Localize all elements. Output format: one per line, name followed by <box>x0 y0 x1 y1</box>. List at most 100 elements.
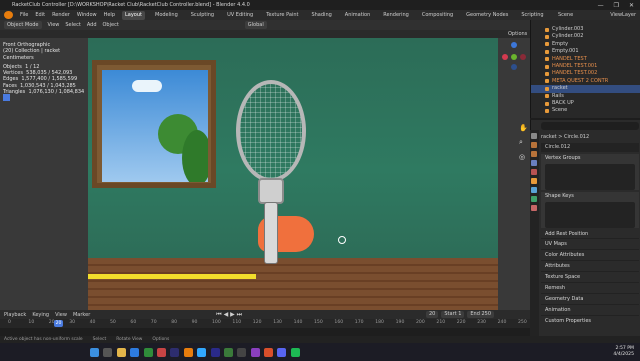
mesh-data-tab-icon[interactable] <box>531 196 537 202</box>
tab-modeling[interactable]: Modeling <box>152 11 181 20</box>
app-icon[interactable] <box>156 347 166 357</box>
tool-tab-icon[interactable] <box>531 133 537 139</box>
timeline-tracks[interactable] <box>0 328 530 336</box>
view-menu[interactable]: View <box>48 22 60 28</box>
edge-icon[interactable] <box>130 347 140 357</box>
outliner-item[interactable]: Scene <box>531 107 640 114</box>
select-menu[interactable]: Select <box>65 22 80 28</box>
mesh-name-field[interactable]: Circle.012 <box>541 143 639 152</box>
properties-section[interactable]: Custom Properties <box>541 315 639 326</box>
app-icon[interactable] <box>250 347 260 357</box>
hand-pan-icon[interactable]: ✋ <box>519 124 528 132</box>
object-tab-icon[interactable] <box>531 178 537 184</box>
outliner-item[interactable]: Cylinder.003 <box>531 26 640 33</box>
scene-selector[interactable]: Scene <box>558 12 573 18</box>
tab-scripting[interactable]: Scripting <box>518 11 546 20</box>
tab-geometry-nodes[interactable]: Geometry Nodes <box>463 11 511 20</box>
properties-section[interactable]: Attributes <box>541 260 639 271</box>
tab-sculpting[interactable]: Sculpting <box>188 11 217 20</box>
tab-texture-paint[interactable]: Texture Paint <box>263 11 301 20</box>
properties-section[interactable]: Remesh <box>541 282 639 293</box>
output-tab-icon[interactable] <box>531 151 537 157</box>
shape-keys-header[interactable]: Shape Keys <box>541 192 639 200</box>
render-tab-icon[interactable] <box>531 142 537 148</box>
racket-handle[interactable] <box>264 202 278 264</box>
outliner-item[interactable]: Empty <box>531 41 640 48</box>
tab-shading[interactable]: Shading <box>308 11 334 20</box>
object-menu[interactable]: Object <box>103 22 119 28</box>
world-tab-icon[interactable] <box>531 169 537 175</box>
file-explorer-icon[interactable] <box>116 347 126 357</box>
camera-icon[interactable]: ◎ <box>519 153 527 161</box>
add-menu[interactable]: Add <box>87 22 97 28</box>
x-axis-icon[interactable] <box>502 54 508 60</box>
menu-help[interactable]: Help <box>104 12 115 18</box>
properties-section[interactable]: Color Attributes <box>541 249 639 260</box>
end-frame-field[interactable]: End 250 <box>467 311 495 318</box>
search-icon[interactable] <box>103 347 113 357</box>
orientation-dropdown[interactable]: Global <box>244 21 267 29</box>
tab-rendering[interactable]: Rendering <box>380 11 412 20</box>
viewport-options-button[interactable]: Options <box>508 31 527 37</box>
object-mode-dropdown[interactable]: Object Mode <box>4 21 42 29</box>
neg-x-axis-icon[interactable] <box>520 54 526 60</box>
app-icon[interactable] <box>237 347 247 357</box>
timeline-ruler[interactable]: 0 10 20 30 40 50 60 70 80 90 100 110 120 130 140 150 160… <box>0 319 530 328</box>
properties-search-input[interactable] <box>541 122 639 130</box>
vertex-groups-header[interactable]: Vertex Groups <box>541 154 639 162</box>
navigation-gizmo[interactable] <box>500 42 528 72</box>
outliner-item[interactable]: HANDEL TEST <box>531 56 640 63</box>
tab-uv-editing[interactable]: UV Editing <box>224 11 256 20</box>
outliner-item[interactable]: Cylinder.002 <box>531 33 640 40</box>
outliner-item[interactable]: racket <box>531 85 640 93</box>
modifier-tab-icon[interactable] <box>531 187 537 193</box>
tab-layout[interactable]: Layout <box>122 10 145 20</box>
outliner-item[interactable]: Rails <box>531 93 640 100</box>
racket-controller-mount[interactable] <box>258 178 284 204</box>
menu-render[interactable]: Render <box>52 12 70 18</box>
keying-menu[interactable]: Keying <box>32 312 49 318</box>
z-axis-icon[interactable] <box>511 42 517 48</box>
app-icon[interactable] <box>223 347 233 357</box>
properties-section[interactable]: Geometry Data <box>541 293 639 304</box>
playhead[interactable]: 20 <box>54 320 63 327</box>
system-clock[interactable]: 2:57 PM 4/4/2025 <box>613 346 634 358</box>
outliner-item[interactable]: HANDEL TEST.002 <box>531 70 640 77</box>
zoom-icon[interactable]: ⌕ <box>519 138 527 147</box>
add-rest-position-checkbox[interactable]: Add Rest Position <box>541 230 639 238</box>
app-icon[interactable] <box>264 347 274 357</box>
menu-file[interactable]: File <box>20 12 28 18</box>
properties-section[interactable]: UV Maps <box>541 238 639 249</box>
racket-head[interactable] <box>236 80 306 182</box>
shape-keys-list[interactable] <box>545 202 635 228</box>
close-button[interactable]: ✕ <box>629 2 634 9</box>
start-frame-field[interactable]: Start 1 <box>441 311 465 318</box>
outliner-item[interactable]: META QUEST 2 CONTR <box>531 78 640 85</box>
outliner-item[interactable]: Empty.001 <box>531 48 640 55</box>
minimize-button[interactable]: — <box>598 2 604 9</box>
scene-tab-icon[interactable] <box>531 160 537 166</box>
maximize-button[interactable]: ❐ <box>614 2 619 9</box>
properties-section[interactable]: Animation <box>541 304 639 315</box>
timeline-view-menu[interactable]: View <box>55 312 67 318</box>
view-layer-selector[interactable]: ViewLayer <box>610 12 636 18</box>
playback-menu[interactable]: Playback <box>4 312 26 318</box>
start-icon[interactable] <box>90 347 99 357</box>
outliner-item[interactable]: BACK UP <box>531 100 640 107</box>
photoshop-icon[interactable] <box>197 347 207 357</box>
material-tab-icon[interactable] <box>531 205 537 211</box>
y-axis-icon[interactable] <box>511 54 517 60</box>
blender-logo-icon[interactable] <box>4 11 13 19</box>
tab-compositing[interactable]: Compositing <box>419 11 456 20</box>
current-frame-field[interactable]: 20 <box>426 311 439 318</box>
after-effects-icon[interactable] <box>170 347 180 357</box>
app-icon[interactable] <box>143 347 153 357</box>
tab-animation[interactable]: Animation <box>342 11 374 20</box>
3d-cursor-icon[interactable] <box>338 236 346 244</box>
menu-window[interactable]: Window <box>77 12 97 18</box>
vertex-groups-list[interactable] <box>545 164 635 190</box>
menu-edit[interactable]: Edit <box>35 12 45 18</box>
neg-z-axis-icon[interactable] <box>511 64 517 70</box>
discord-icon[interactable] <box>277 347 287 357</box>
blender-icon[interactable] <box>183 347 193 357</box>
